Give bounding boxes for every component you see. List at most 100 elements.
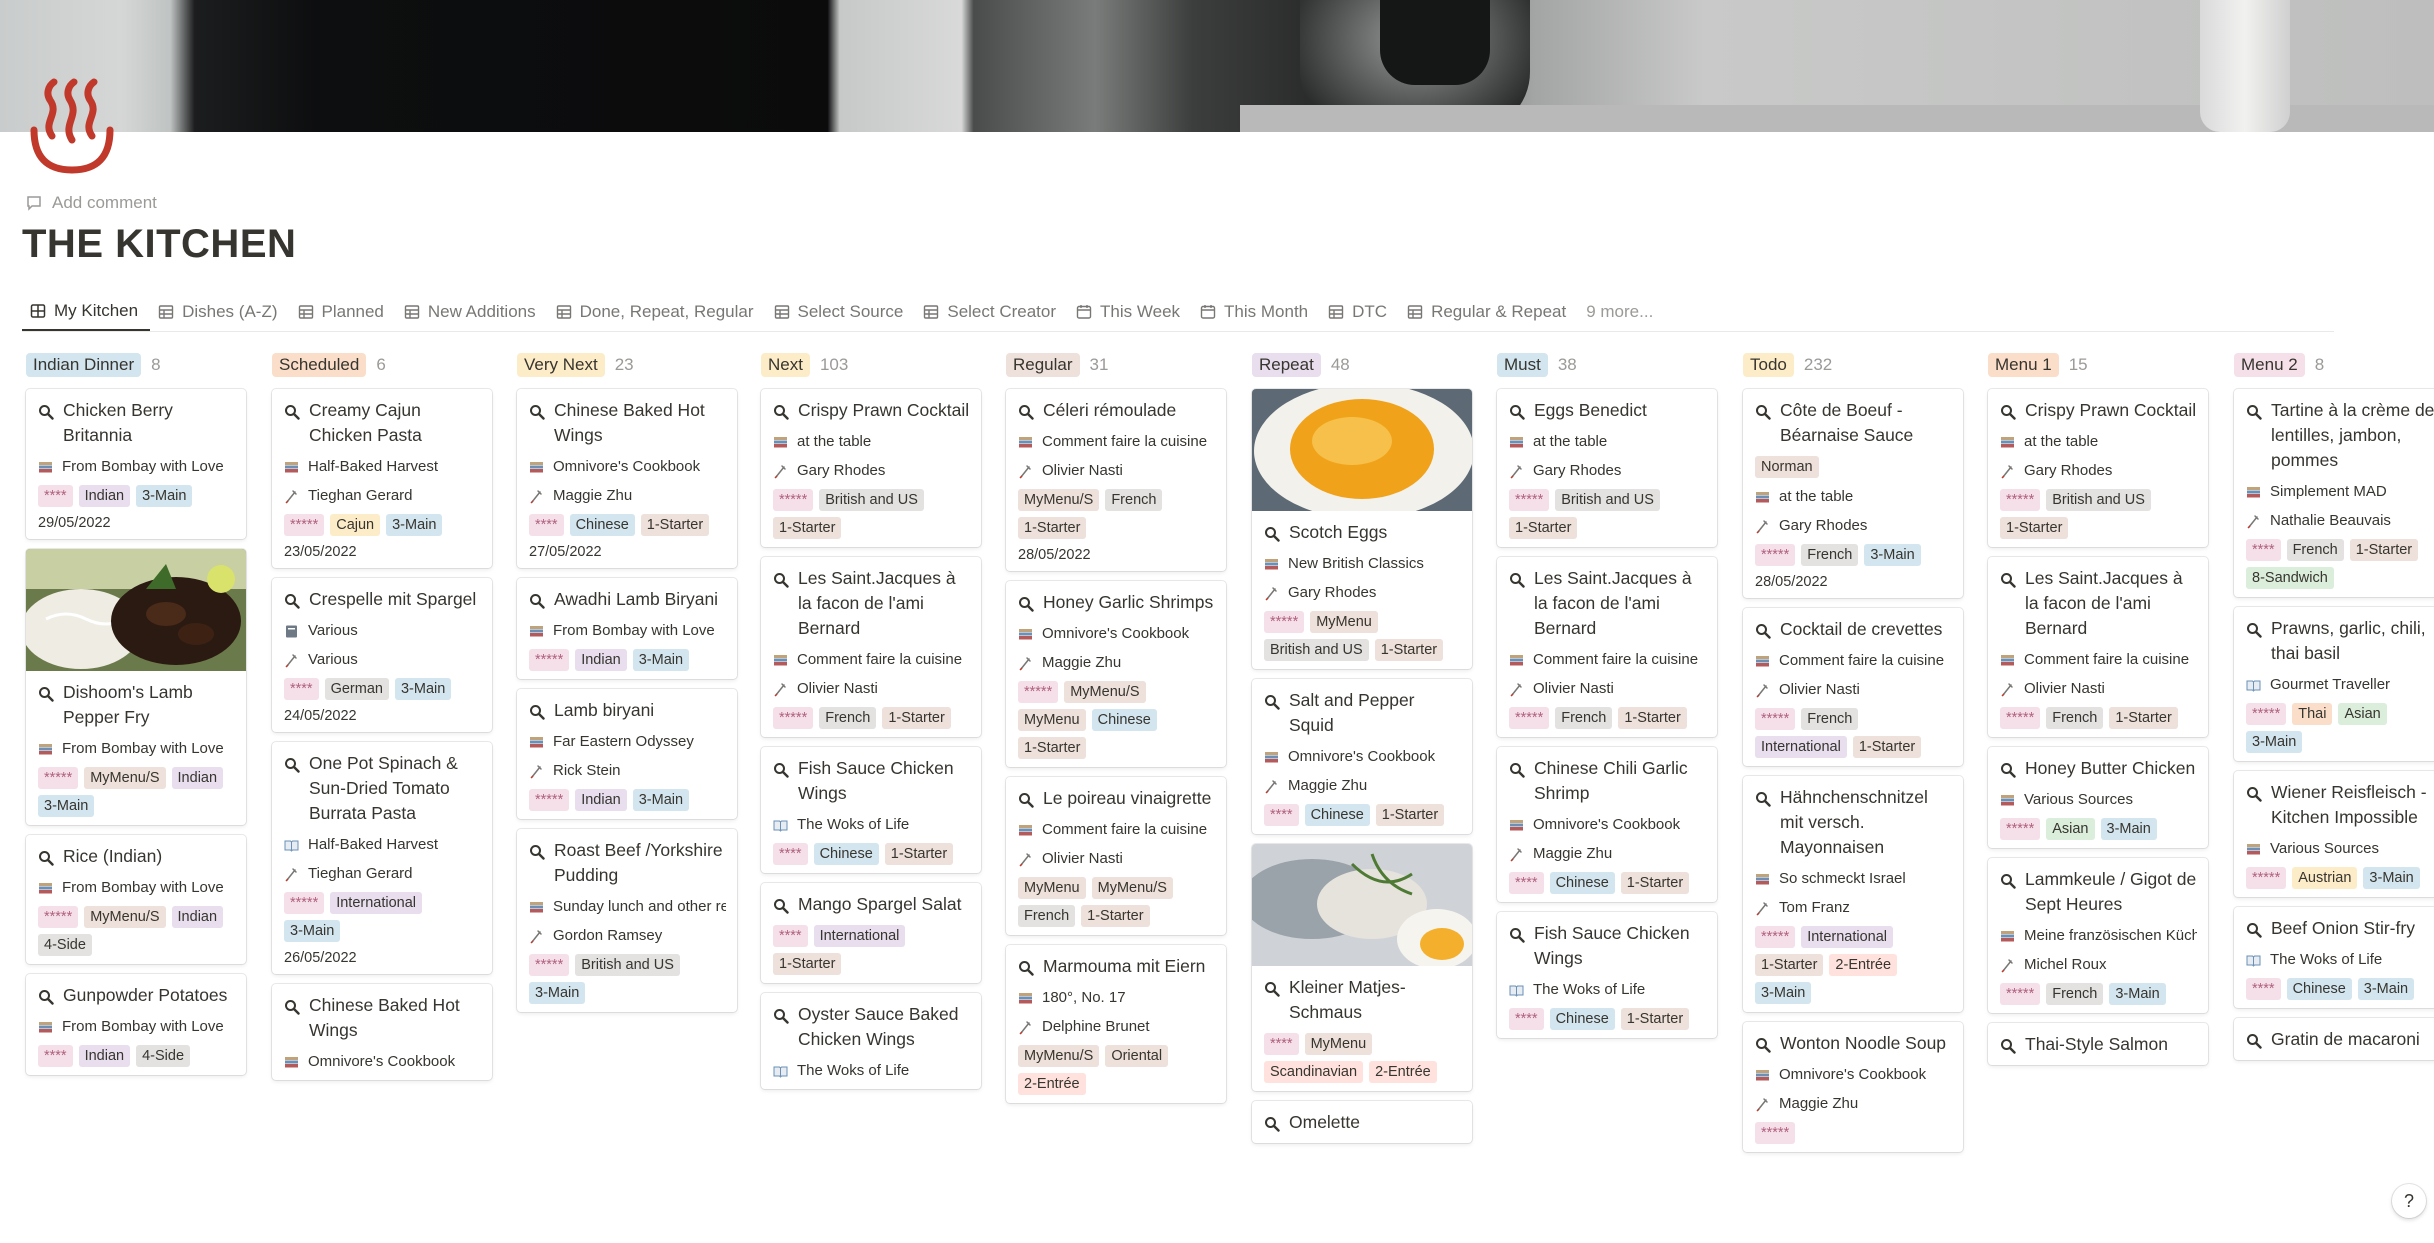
recipe-card[interactable]: Marmouma mit Eiern 180°, No. 17 Delphine B… — [1006, 945, 1226, 1103]
tab-my-kitchen[interactable]: My Kitchen — [22, 293, 151, 331]
recipe-card[interactable]: Honey Butter Chicken Various Sources *****… — [1988, 747, 2208, 848]
quill-icon — [2000, 958, 2015, 973]
recipe-card[interactable]: Cocktail de crevettes Comment faire la cu… — [1743, 608, 1963, 766]
card-title-text: Chicken Berry Britannia — [63, 400, 173, 445]
column-header[interactable]: Repeat 48 — [1252, 347, 1474, 383]
column-header[interactable]: Todo 232 — [1743, 347, 1965, 383]
recipe-card[interactable]: Gratin de macaroni — [2234, 1018, 2434, 1060]
recipe-card[interactable]: Rice (Indian) From Bombay with Love ***** M… — [26, 835, 246, 964]
card-title: Crespelle mit Spargel — [284, 587, 481, 612]
recipe-card[interactable]: Lamb biryani Far Eastern Odyssey Rick Stei… — [517, 689, 737, 819]
card-title-text: Fish Sauce Chicken Wings — [1534, 923, 1690, 968]
tab-label: Done, Repeat, Regular — [579, 302, 754, 321]
column-header[interactable]: Regular 31 — [1006, 347, 1228, 383]
tab-9-more[interactable]: 9 more... — [1578, 293, 1665, 331]
tab-regular-repeat[interactable]: Regular & Repeat — [1399, 293, 1578, 331]
column-header[interactable]: Very Next 23 — [517, 347, 739, 383]
tab-this-month[interactable]: This Month — [1192, 293, 1320, 331]
card-title-text: Chinese Chili Garlic Shrimp — [1534, 758, 1688, 803]
column-header[interactable]: Must 38 — [1497, 347, 1719, 383]
creator-text: Maggie Zhu — [1288, 777, 1368, 794]
hot-springs-icon[interactable] — [24, 78, 120, 176]
card-title-text: Wiener Reisfleisch - Kitchen Impossible — [2271, 782, 2427, 827]
recipe-card[interactable]: Le poireau vinaigrette Comment faire la c… — [1006, 777, 1226, 935]
source-text: From Bombay with Love — [62, 879, 224, 896]
creator-text: Olivier Nasti — [797, 680, 878, 697]
column-header[interactable]: Indian Dinner 8 — [26, 347, 248, 383]
help-button[interactable]: ? — [2392, 1184, 2426, 1218]
recipe-card[interactable]: Wiener Reisfleisch - Kitchen Impossible V… — [2234, 771, 2434, 897]
recipe-card[interactable]: Prawns, garlic, chili, thai basil Gourmet… — [2234, 607, 2434, 761]
category-tag: British and US — [1264, 639, 1369, 661]
recipe-card[interactable]: Thai-Style Salmon — [1988, 1023, 2208, 1065]
category-tag: 1-Starter — [1375, 804, 1445, 826]
recipe-card[interactable]: Scotch Eggs New British Classics Gary Rhod… — [1252, 389, 1472, 669]
column-header[interactable]: Menu 2 8 — [2234, 347, 2434, 383]
recipe-card[interactable]: Chicken Berry Britannia From Bombay with … — [26, 389, 246, 539]
tab-new-additions[interactable]: New Additions — [396, 293, 548, 331]
column-header[interactable]: Scheduled 6 — [272, 347, 494, 383]
recipe-card[interactable]: Kleiner Matjes-Schmaus **** MyMenu Scandina… — [1252, 844, 1472, 1091]
recipe-card[interactable]: Chinese Chili Garlic Shrimp Omnivore's Co… — [1497, 747, 1717, 902]
recipe-card[interactable]: Salt and Pepper Squid Omnivore's Cookbook… — [1252, 679, 1472, 834]
column-header[interactable]: Menu 1 15 — [1988, 347, 2210, 383]
card-title-text: Fish Sauce Chicken Wings — [798, 758, 954, 803]
recipe-card[interactable]: Chinese Baked Hot Wings Omnivore's Cookbo… — [272, 984, 492, 1080]
recipe-card[interactable]: Tartine à la crème de lentilles, jambon,… — [2234, 389, 2434, 597]
recipe-card[interactable]: Honey Garlic Shrimps Omnivore's Cookbook M… — [1006, 581, 1226, 767]
source-property: Comment faire la cuisine — [1509, 650, 1706, 670]
tag-row: ***** French 1-Starter — [773, 707, 970, 729]
card-title-text: Crispy Prawn Cocktail — [798, 400, 970, 420]
tab-dtc[interactable]: DTC — [1320, 293, 1399, 331]
page-title[interactable]: THE KITCHEN — [22, 222, 296, 267]
recipe-card[interactable]: Les Saint.Jacques à la facon de l'ami Be… — [1988, 557, 2208, 737]
tab-dishes-a-z[interactable]: Dishes (A-Z) — [150, 293, 289, 331]
recipe-card[interactable]: Gunpowder Potatoes From Bombay with Love *… — [26, 974, 246, 1075]
recipe-card[interactable]: Fish Sauce Chicken Wings The Woks of Life… — [1497, 912, 1717, 1038]
recipe-card[interactable]: One Pot Spinach & Sun-Dried Tomato Burra… — [272, 742, 492, 974]
creator-property: Maggie Zhu — [1018, 653, 1215, 673]
recipe-card[interactable]: Côte de Boeuf - Béarnaise Sauce Norman at … — [1743, 389, 1963, 598]
tab-planned[interactable]: Planned — [290, 293, 396, 331]
recipe-card[interactable]: Wonton Noodle Soup Omnivore's Cookbook Mag… — [1743, 1022, 1963, 1152]
recipe-card[interactable]: Mango Spargel Salat **** International 1-St… — [761, 883, 981, 983]
creator-property: Gary Rhodes — [1755, 516, 1952, 536]
rating-tag: ***** — [2000, 983, 2041, 1005]
recipe-card[interactable]: Les Saint.Jacques à la facon de l'ami Be… — [1497, 557, 1717, 737]
recipe-card[interactable]: Chinese Baked Hot Wings Omnivore's Cookbo… — [517, 389, 737, 568]
magnifier-icon — [284, 402, 300, 420]
tab-select-creator[interactable]: Select Creator — [915, 293, 1068, 331]
recipe-card[interactable]: Dishoom's Lamb Pepper Fry From Bombay wit… — [26, 549, 246, 825]
recipe-card[interactable]: Awadhi Lamb Biryani From Bombay with Love… — [517, 578, 737, 679]
tab-select-source[interactable]: Select Source — [766, 293, 916, 331]
recipe-card[interactable]: Les Saint.Jacques à la facon de l'ami Be… — [761, 557, 981, 737]
magnifier-icon — [1264, 692, 1280, 710]
rating-tag: **** — [1264, 804, 1299, 826]
recipe-card[interactable]: Roast Beef /Yorkshire Pudding Sunday lunc… — [517, 829, 737, 1012]
book-icon — [1018, 991, 1033, 1006]
add-comment-button[interactable]: Add comment — [26, 193, 157, 213]
tab-this-week[interactable]: This Week — [1068, 293, 1192, 331]
card-title: Marmouma mit Eiern — [1018, 954, 1215, 979]
card-title: Côte de Boeuf - Béarnaise Sauce — [1755, 398, 1952, 448]
tab-done-repeat-regular[interactable]: Done, Repeat, Regular — [548, 293, 766, 331]
magnifier-icon — [1509, 402, 1525, 420]
recipe-card[interactable]: Crispy Prawn Cocktail at the table Gary Rh… — [761, 389, 981, 547]
recipe-card[interactable]: Lammkeule / Gigot de Sept Heures Meine fr… — [1988, 858, 2208, 1013]
column-header[interactable]: Next 103 — [761, 347, 983, 383]
recipe-card[interactable]: Céleri rémoulade Comment faire la cuisine… — [1006, 389, 1226, 571]
magnifier-icon — [2000, 1036, 2016, 1054]
recipe-card[interactable]: Fish Sauce Chicken Wings The Woks of Life… — [761, 747, 981, 873]
category-tag: 3-Main — [284, 920, 341, 942]
recipe-card[interactable]: Beef Onion Stir-fry The Woks of Life **** C… — [2234, 907, 2434, 1008]
recipe-card[interactable]: Creamy Cajun Chicken Pasta Half-Baked Har… — [272, 389, 492, 568]
recipe-card[interactable]: Oyster Sauce Baked Chicken Wings The Woks… — [761, 993, 981, 1089]
recipe-card[interactable]: Hähnchenschnitzel mit versch. Mayonnaise… — [1743, 776, 1963, 1012]
tag-row: **** Chinese 1-Starter — [529, 514, 726, 536]
quill-icon — [1018, 852, 1033, 867]
recipe-card[interactable]: Crispy Prawn Cocktail at the table Gary Rh… — [1988, 389, 2208, 547]
recipe-card[interactable]: Eggs Benedict at the table Gary Rhodes ****… — [1497, 389, 1717, 547]
recipe-card[interactable]: Crespelle mit Spargel Various Various **** G… — [272, 578, 492, 732]
recipe-card[interactable]: Omelette — [1252, 1101, 1472, 1143]
category-tag: Chinese — [569, 514, 635, 536]
